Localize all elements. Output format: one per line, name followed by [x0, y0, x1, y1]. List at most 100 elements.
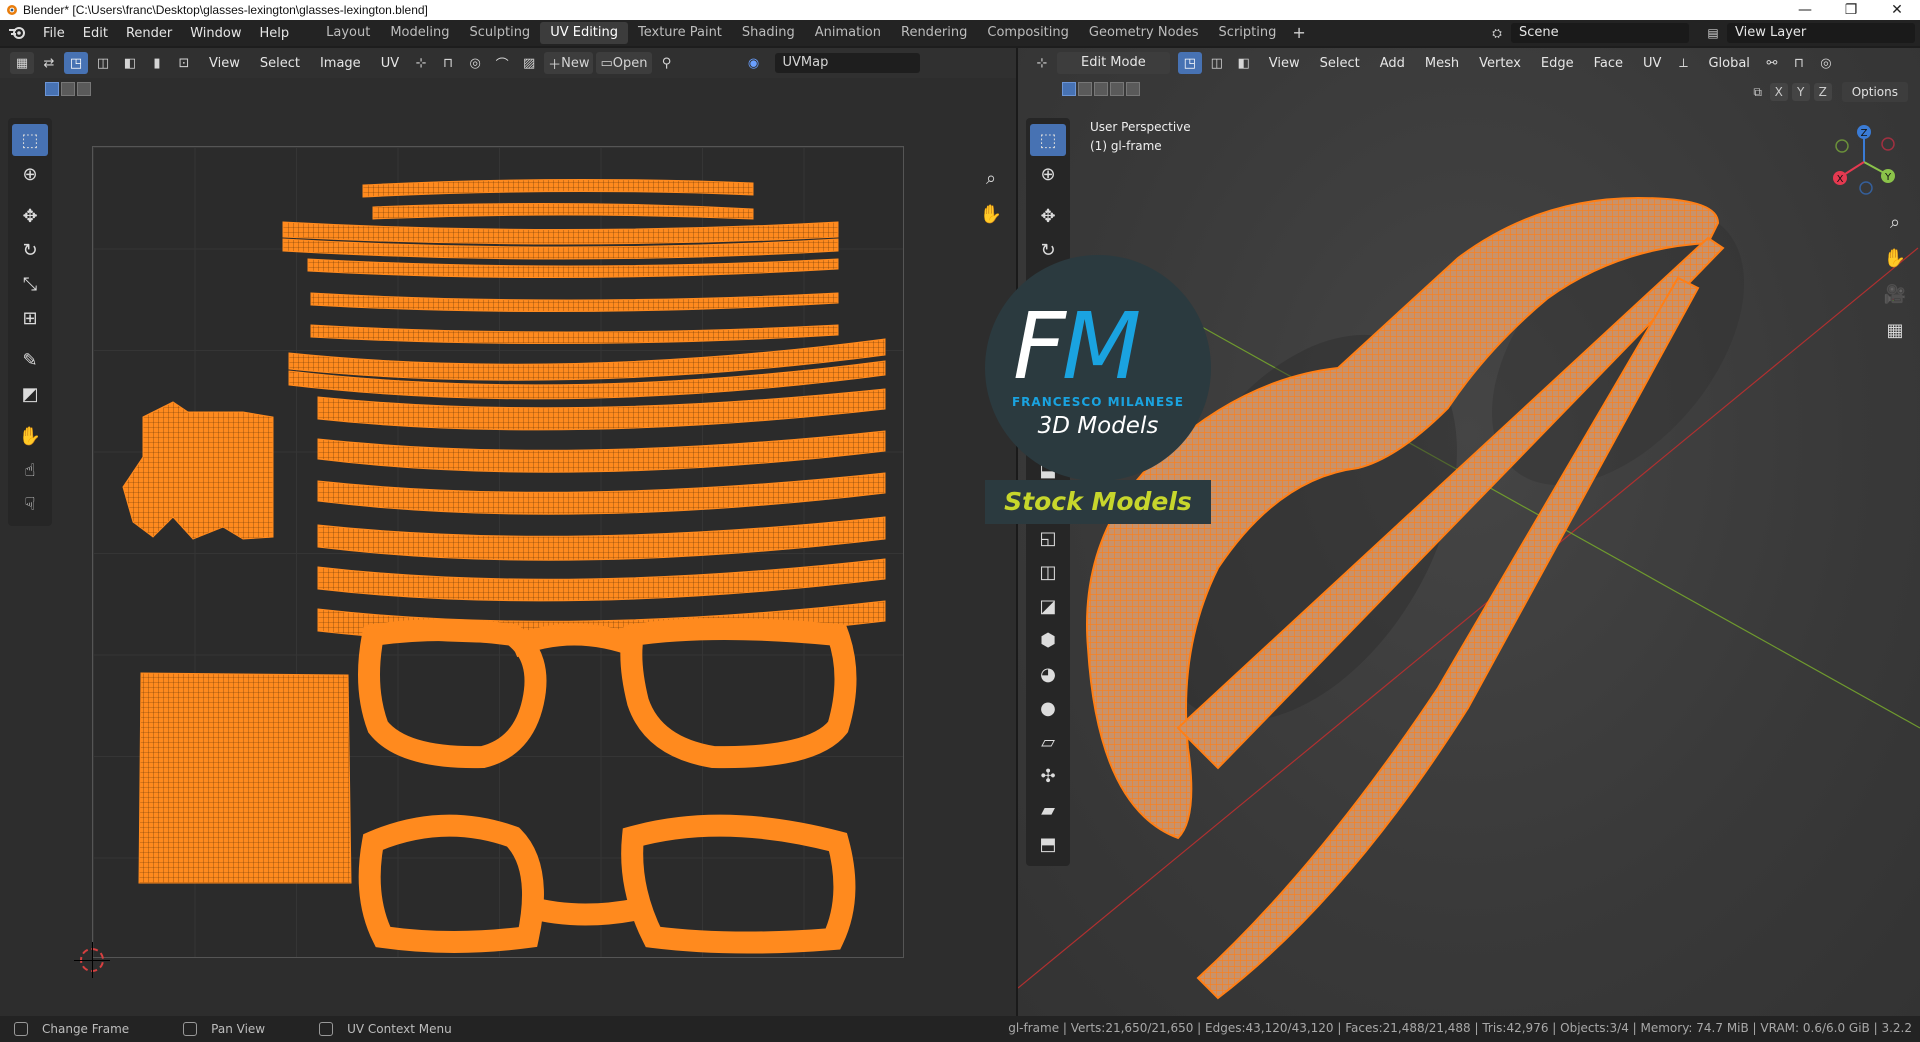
edge-mode-icon[interactable]: ◫	[1205, 52, 1229, 74]
face-mode-icon[interactable]: ◧	[1232, 52, 1256, 74]
viewport-menu-select[interactable]: Select	[1310, 56, 1370, 71]
uv-menu-uv[interactable]: UV	[371, 56, 409, 71]
rotate-tool-icon[interactable]: ↻	[12, 234, 48, 266]
edge-slide-tool-icon[interactable]: ▱	[1030, 726, 1066, 758]
transform-tool-icon[interactable]: ⊞	[12, 302, 48, 334]
pivot-icon[interactable]: ⊹	[409, 52, 433, 74]
menu-edit[interactable]: Edit	[74, 26, 117, 41]
pan-hand-icon[interactable]: ✋	[978, 204, 1004, 230]
viewport-cursor-tool-icon[interactable]: ⊕	[1030, 158, 1066, 190]
uv-editor[interactable]: ▦ ⇄ ◳ ◫ ◧ ▮ ⊡ View Select Image UV ⊹ ⊓ ◎…	[0, 48, 1016, 1016]
restore-button[interactable]: ❐	[1828, 2, 1874, 18]
scene-name-field[interactable]: Scene	[1511, 23, 1689, 43]
menu-window[interactable]: Window	[181, 26, 250, 41]
pin-icon[interactable]: ⚲	[655, 52, 679, 74]
viewport-menu-face[interactable]: Face	[1584, 56, 1633, 71]
rip-region-tool-icon[interactable]: ⬒	[1030, 828, 1066, 860]
options-dropdown[interactable]: Options	[1841, 82, 1908, 102]
tab-sculpting[interactable]: Sculpting	[459, 22, 540, 44]
tab-uv-editing[interactable]: UV Editing	[540, 22, 629, 44]
snap-icon[interactable]: ⊓	[436, 52, 460, 74]
tab-modeling[interactable]: Modeling	[380, 22, 459, 44]
island-select-icon[interactable]: ▮	[145, 52, 169, 74]
viewport-zoom-icon[interactable]: ⌕	[1882, 212, 1908, 238]
image-browse-icon[interactable]: ▨	[517, 52, 541, 74]
tab-shading[interactable]: Shading	[732, 22, 805, 44]
viewport-menu-uv[interactable]: UV	[1633, 56, 1671, 71]
tab-compositing[interactable]: Compositing	[977, 22, 1079, 44]
uv-menu-select[interactable]: Select	[250, 56, 310, 71]
menu-file[interactable]: File	[34, 26, 74, 41]
viewport-select-extend-icon[interactable]	[1078, 82, 1092, 96]
viewport-snap-icon[interactable]: ⊓	[1787, 52, 1811, 74]
view-layer-name-field[interactable]: View Layer	[1727, 23, 1915, 43]
add-workspace-button[interactable]: +	[1286, 22, 1311, 44]
uv-2d-cursor[interactable]	[74, 942, 110, 978]
tab-layout[interactable]: Layout	[316, 22, 380, 44]
viewport-menu-vertex[interactable]: Vertex	[1469, 56, 1531, 71]
select-subtract-icon[interactable]	[77, 82, 91, 96]
select-new-icon[interactable]	[45, 82, 59, 96]
cursor-tool-icon[interactable]: ⊕	[12, 158, 48, 190]
tab-texture-paint[interactable]: Texture Paint	[628, 22, 732, 44]
new-image-button[interactable]: ＋ New	[544, 52, 594, 74]
viewport-menu-add[interactable]: Add	[1370, 56, 1415, 71]
open-image-button[interactable]: ▭ Open	[596, 52, 652, 74]
mode-selector[interactable]: Edit Mode	[1057, 52, 1170, 74]
shear-tool-icon[interactable]: ▰	[1030, 794, 1066, 826]
grab-tool-icon[interactable]: ✋	[12, 420, 48, 452]
viewport-select-new-icon[interactable]	[1062, 82, 1076, 96]
view-layer-selector[interactable]: ▤ View Layer	[1705, 22, 1915, 44]
perspective-toggle-icon[interactable]: ▦	[1882, 320, 1908, 346]
minimize-button[interactable]: —	[1782, 2, 1828, 18]
viewport-select-tool-icon[interactable]: ⬚	[1030, 124, 1066, 156]
poly-build-tool-icon[interactable]: ⬢	[1030, 624, 1066, 656]
camera-view-icon[interactable]: 🎥	[1882, 284, 1908, 310]
sticky-selection-icon[interactable]: ⊡	[172, 52, 196, 74]
zoom-icon[interactable]: ⌕	[978, 168, 1004, 194]
relax-tool-icon[interactable]: ☝	[12, 454, 48, 486]
falloff-icon[interactable]: ⌒	[490, 52, 514, 74]
uvmap-field[interactable]: UVMap	[774, 53, 920, 73]
proportional-edit-icon[interactable]: ◎	[463, 52, 487, 74]
uv-menu-image[interactable]: Image	[310, 56, 371, 71]
viewport-select-subtract-icon[interactable]	[1094, 82, 1108, 96]
viewport-menu-view[interactable]: View	[1259, 56, 1310, 71]
face-select-icon[interactable]: ◧	[118, 52, 142, 74]
pivot-point-icon[interactable]: ⚯	[1760, 52, 1784, 74]
loop-cut-tool-icon[interactable]: ◫	[1030, 556, 1066, 588]
annotate-tool-icon[interactable]: ✎	[12, 344, 48, 376]
knife-tool-icon[interactable]: ◪	[1030, 590, 1066, 622]
tab-animation[interactable]: Animation	[805, 22, 891, 44]
bevel-tool-icon[interactable]: ◱	[1030, 522, 1066, 554]
menu-render[interactable]: Render	[117, 26, 181, 41]
edge-select-icon[interactable]: ◫	[91, 52, 115, 74]
viewport-menu-mesh[interactable]: Mesh	[1415, 56, 1469, 71]
axis-x-toggle[interactable]: X	[1769, 83, 1788, 101]
smooth-tool-icon[interactable]: ●	[1030, 692, 1066, 724]
tab-geometry-nodes[interactable]: Geometry Nodes	[1079, 22, 1209, 44]
axis-y-toggle[interactable]: Y	[1791, 83, 1810, 101]
3d-viewport[interactable]: ⊹ Edit Mode ◳ ◫ ◧ View Select Add Mesh V…	[1018, 48, 1920, 1016]
shrink-tool-icon[interactable]: ✣	[1030, 760, 1066, 792]
uv-menu-view[interactable]: View	[199, 56, 250, 71]
navigation-gizmo[interactable]: Z Y X	[1824, 122, 1904, 202]
viewport-proportional-icon[interactable]: ◎	[1814, 52, 1838, 74]
blender-menu-icon[interactable]	[8, 25, 26, 41]
pinch-tool-icon[interactable]: ☟	[12, 488, 48, 520]
close-button[interactable]: ✕	[1874, 2, 1920, 18]
scene-selector[interactable]: ⛭ Scene	[1489, 22, 1689, 44]
viewport-pan-icon[interactable]: ✋	[1882, 248, 1908, 274]
menu-help[interactable]: Help	[251, 26, 299, 41]
uv-canvas[interactable]	[92, 146, 904, 958]
vertex-select-icon[interactable]: ◳	[64, 52, 88, 74]
uv-sync-selection-icon[interactable]: ⇄	[37, 52, 61, 74]
viewport-menu-edge[interactable]: Edge	[1531, 56, 1584, 71]
vertex-mode-icon[interactable]: ◳	[1177, 52, 1202, 74]
spin-tool-icon[interactable]: ◕	[1030, 658, 1066, 690]
viewport-editor-type-icon[interactable]: ⊹	[1030, 52, 1054, 74]
viewport-move-tool-icon[interactable]: ✥	[1030, 200, 1066, 232]
rip-tool-icon[interactable]: ◩	[12, 378, 48, 410]
axis-z-toggle[interactable]: Z	[1813, 83, 1832, 101]
overlay-icon[interactable]: ◉	[742, 52, 766, 74]
